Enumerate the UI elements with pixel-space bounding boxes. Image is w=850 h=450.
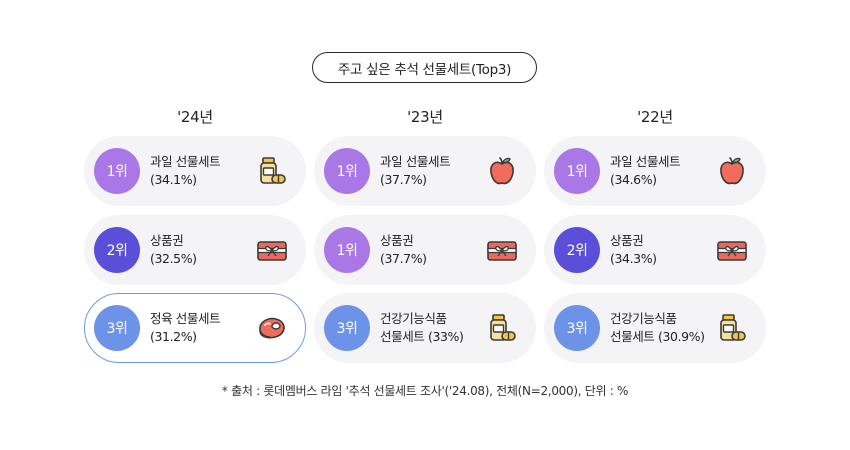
item-value: (34.1%) xyxy=(150,172,197,187)
item-value: 선물세트 (30.9%) xyxy=(610,329,705,344)
item-label: 정육 선물세트 (31.2%) xyxy=(150,310,221,346)
item-name: 상품권 xyxy=(610,233,644,248)
ranking-card: 3위 정육 선물세트 (31.2%) xyxy=(84,293,306,363)
ranking-card: 3위 건강기능식품선물세트 (30.9%) xyxy=(544,293,766,363)
item-label: 건강기능식품선물세트 (30.9%) xyxy=(610,310,705,346)
item-value: (34.6%) xyxy=(610,172,657,187)
ranking-card: 1위 과일 선물세트 (37.7%) xyxy=(314,136,536,206)
rank-badge: 2위 xyxy=(554,227,600,273)
item-label: 건강기능식품선물세트 (33%) xyxy=(380,310,464,346)
source-footnote: * 출처 : 롯데멤버스 라임 '추석 선물세트 조사'('24.08), 전체… xyxy=(221,384,629,398)
item-label: 상품권 (37.7%) xyxy=(380,232,427,268)
ranking-card: 3위 건강기능식품선물세트 (33%) xyxy=(314,293,536,363)
item-name: 정육 선물세트 xyxy=(150,311,221,326)
item-value: 선물세트 (33%) xyxy=(380,329,464,344)
item-value: (37.7%) xyxy=(380,172,427,187)
item-label: 상품권 (34.3%) xyxy=(610,232,657,268)
item-label: 과일 선물세트 (34.1%) xyxy=(150,153,221,189)
rank-badge: 2위 xyxy=(94,227,140,273)
item-value: (37.7%) xyxy=(380,251,427,266)
ranking-card: 2위 상품권 (34.3%) xyxy=(544,215,766,285)
rank-badge: 1위 xyxy=(94,148,140,194)
item-name: 과일 선물세트 xyxy=(380,154,451,169)
ranking-card: 2위 상품권 (32.5%) xyxy=(84,215,306,285)
gift-card-icon xyxy=(256,234,288,266)
item-label: 과일 선물세트 (34.6%) xyxy=(610,153,681,189)
gift-card-icon xyxy=(486,234,518,266)
item-label: 과일 선물세트 (37.7%) xyxy=(380,153,451,189)
item-label: 상품권 (32.5%) xyxy=(150,232,197,268)
item-name: 과일 선물세트 xyxy=(610,154,681,169)
item-name: 과일 선물세트 xyxy=(150,154,221,169)
jar-icon xyxy=(486,312,518,344)
item-name: 상품권 xyxy=(380,233,414,248)
year-label: '22년 xyxy=(637,108,673,126)
rank-badge: 1위 xyxy=(324,227,370,273)
year-label: '24년 xyxy=(177,108,213,126)
meat-icon xyxy=(256,312,288,344)
jar-icon xyxy=(256,155,288,187)
apple-icon xyxy=(716,155,748,187)
rank-badge: 1위 xyxy=(324,148,370,194)
gift-card-icon xyxy=(716,234,748,266)
item-value: (34.3%) xyxy=(610,251,657,266)
chart-title: 주고 싶은 추석 선물세트(Top3) xyxy=(312,52,537,83)
apple-icon xyxy=(486,155,518,187)
rank-badge: 3위 xyxy=(324,305,370,351)
item-name: 건강기능식품 xyxy=(380,311,447,326)
item-value: (32.5%) xyxy=(150,251,197,266)
ranking-card: 1위 과일 선물세트 (34.6%) xyxy=(544,136,766,206)
item-name: 상품권 xyxy=(150,233,184,248)
rank-badge: 3위 xyxy=(554,305,600,351)
rank-badge: 1위 xyxy=(554,148,600,194)
ranking-card: 1위 과일 선물세트 (34.1%) xyxy=(84,136,306,206)
jar-icon xyxy=(716,312,748,344)
item-name: 건강기능식품 xyxy=(610,311,677,326)
rank-badge: 3위 xyxy=(94,305,140,351)
year-label: '23년 xyxy=(407,108,443,126)
ranking-card: 1위 상품권 (37.7%) xyxy=(314,215,536,285)
item-value: (31.2%) xyxy=(150,329,197,344)
